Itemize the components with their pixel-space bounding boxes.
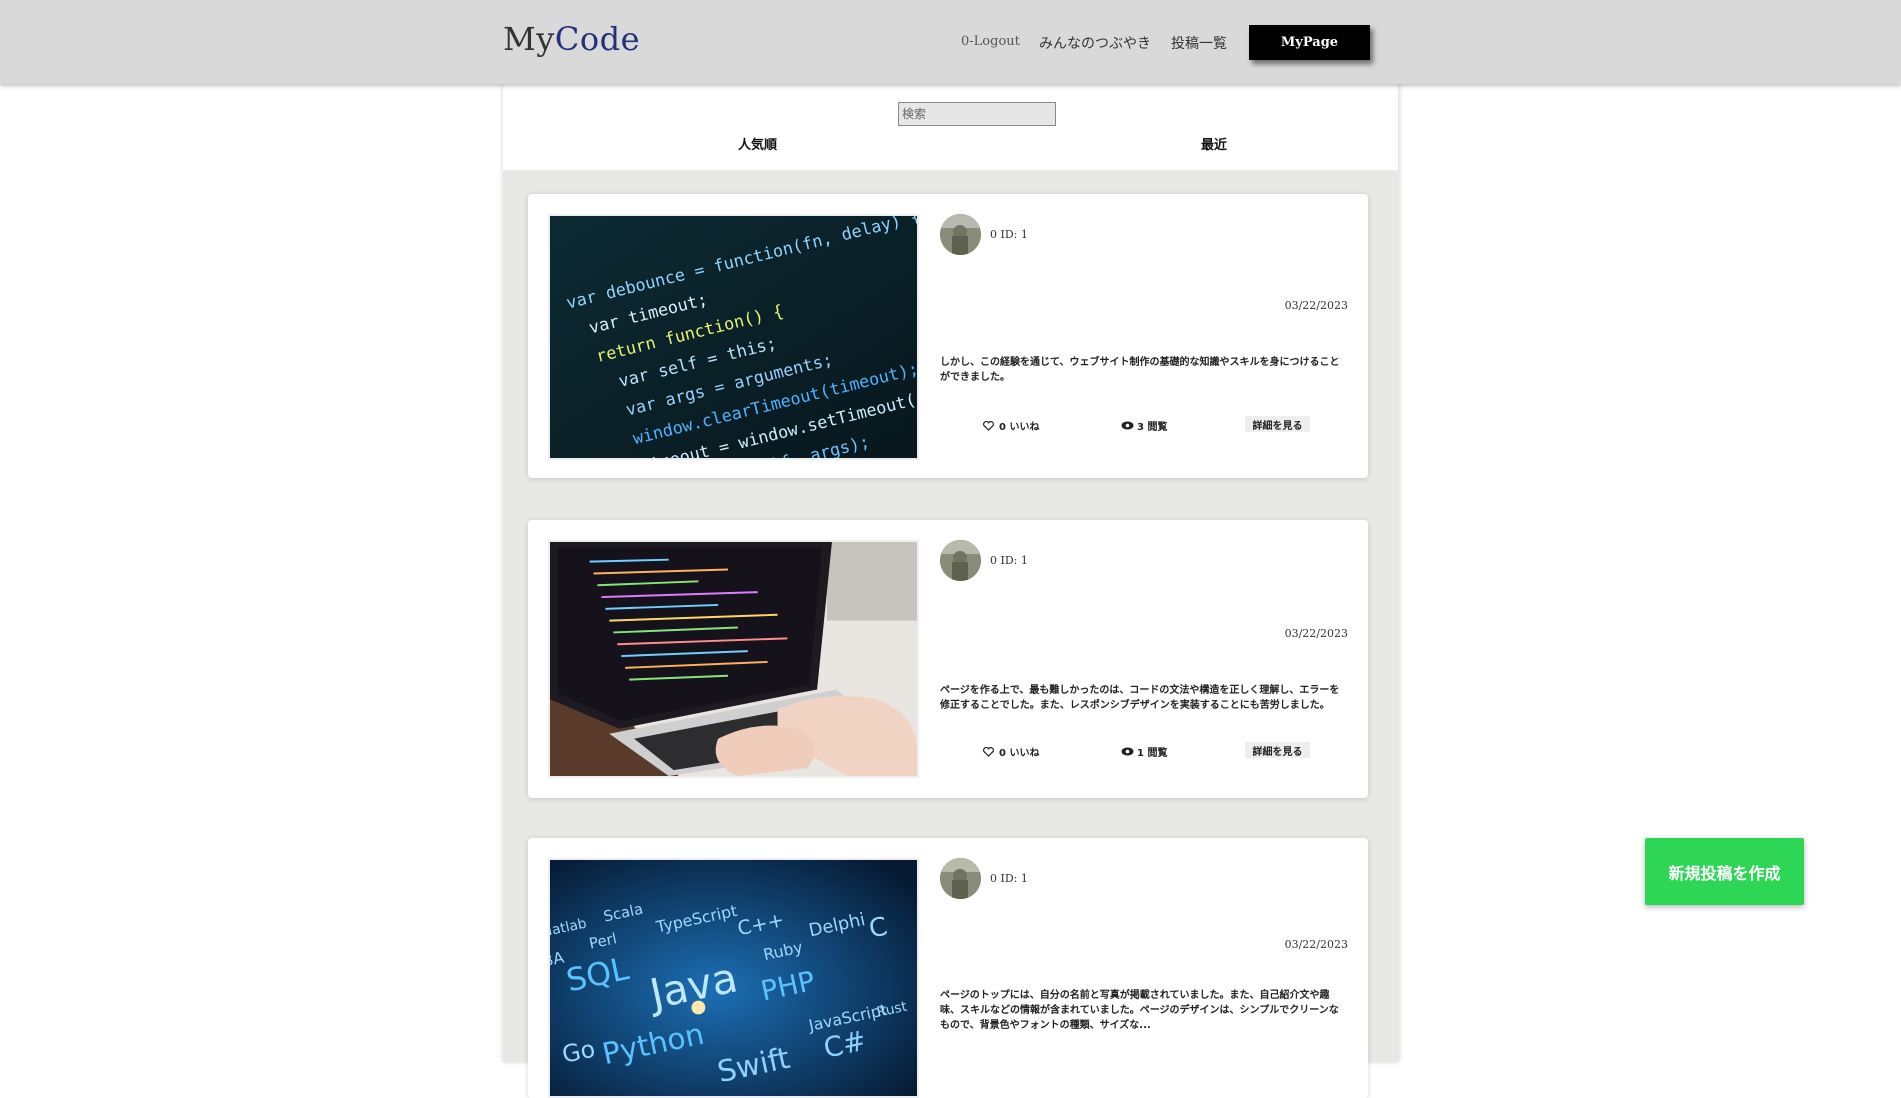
nav-post-list[interactable]: 投稿一覧 (1171, 33, 1227, 53)
post-card: var debounce = function(fn, delay) { var… (528, 194, 1368, 478)
site-logo[interactable]: MyCode (503, 20, 640, 58)
post-excerpt: ページのトップには、自分の名前と写真が掲載されていました。また、自己紹介文や趣味… (940, 990, 1339, 1031)
heart-icon (983, 420, 994, 431)
eye-icon (1121, 747, 1134, 756)
nav-everyone-tweets[interactable]: みんなのつぶやき (1039, 33, 1151, 53)
user-id-label: 0 ID: 1 (990, 228, 1028, 241)
post-excerpt: しかし、この経験を通じて、ウェブサイト制作の基礎的な知識やスキルを身につけること… (940, 357, 1340, 383)
create-new-post-button[interactable]: 新規投稿を作成 (1645, 838, 1804, 905)
view-details-button[interactable]: 詳細を見る (1245, 742, 1310, 758)
post-thumbnail[interactable] (548, 540, 919, 778)
post-card: 0 ID: 1 03/22/2023 ページを作る上で、最も難しかったのは、コー… (528, 520, 1368, 798)
view-count-label: 1 閲覧 (1137, 748, 1168, 759)
post-thumbnail[interactable]: Matlab Scala Perl TypeScript SQL Java Py… (548, 858, 919, 1098)
sort-popular-tab[interactable]: 人気順 (738, 134, 777, 153)
post-date: 03/22/2023 (1284, 299, 1348, 312)
post-date: 03/22/2023 (1284, 938, 1348, 951)
search-input[interactable] (898, 102, 1056, 126)
logo-my: My (503, 20, 555, 58)
view-count: 3 閲覧 (1121, 418, 1167, 433)
user-avatar[interactable] (940, 214, 981, 255)
logo-code: Code (554, 20, 641, 58)
sort-recent-tab[interactable]: 最近 (1201, 134, 1227, 153)
view-details-button[interactable]: 詳細を見る (1245, 416, 1310, 432)
post-excerpt: ページを作る上で、最も難しかったのは、コードの文法や構造を正しく理解し、エラーを… (940, 685, 1340, 711)
main-content-column: 人気順 最近 var debounce = function(fn, delay… (503, 84, 1398, 1098)
logout-link[interactable]: 0-Logout (961, 34, 1020, 49)
user-id-label: 0 ID: 1 (990, 872, 1028, 885)
post-card: Matlab Scala Perl TypeScript SQL Java Py… (528, 838, 1368, 1098)
view-count: 1 閲覧 (1121, 744, 1167, 759)
like-count: 0 いいね (999, 422, 1040, 433)
view-count-label: 3 閲覧 (1137, 422, 1168, 433)
top-navigation-bar: MyCode 0-Logout みんなのつぶやき 投稿一覧 MyPage (0, 0, 1901, 84)
like-count: 0 いいね (999, 748, 1040, 759)
post-thumbnail[interactable]: var debounce = function(fn, delay) { var… (548, 214, 919, 460)
user-id-label: 0 ID: 1 (990, 554, 1028, 567)
like-button[interactable]: 0 いいね (983, 418, 1039, 433)
mypage-button[interactable]: MyPage (1249, 25, 1370, 60)
search-sort-bar: 人気順 最近 (503, 84, 1398, 170)
post-date: 03/22/2023 (1284, 627, 1348, 640)
heart-icon (983, 746, 994, 757)
user-avatar[interactable] (940, 540, 981, 581)
eye-icon (1121, 421, 1134, 430)
user-avatar[interactable] (940, 858, 981, 899)
like-button[interactable]: 0 いいね (983, 744, 1039, 759)
